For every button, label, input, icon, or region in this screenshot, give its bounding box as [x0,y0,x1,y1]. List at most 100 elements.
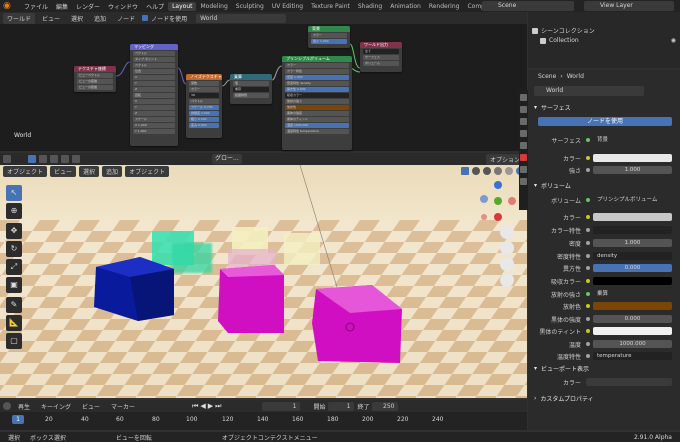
prop-viewport-color[interactable]: カラー [534,377,672,387]
node-menu-select[interactable]: 選択 [67,13,87,24]
zoom-icon[interactable] [500,225,514,239]
prop-temperature[interactable]: 温度 1000.000 [534,339,672,349]
prop-volume-color[interactable]: カラー [534,212,672,222]
prop-temperature-attribute[interactable]: 温度特性 temperature [534,351,672,361]
render-tab-icon[interactable] [520,106,527,113]
color-swatch[interactable] [593,302,672,310]
tool-add-cube-icon[interactable]: ▢ [6,333,22,349]
menu-help[interactable]: ヘルプ [142,2,168,11]
current-frame-field[interactable]: 1 [262,401,301,411]
node-menu-node[interactable]: ノード [113,13,139,24]
menu-window[interactable]: ウィンドウ [104,2,142,11]
tool-cursor-icon[interactable]: ⊕ [6,203,22,219]
tab-modeling[interactable]: Modeling [196,2,231,11]
select-mode-icon[interactable] [3,155,11,163]
shading-wireframe-icon[interactable] [483,167,491,175]
prop-value[interactable]: プリンシプルボリューム [593,196,672,204]
prop-value[interactable]: 1.000 [593,166,672,174]
tab-shading[interactable]: Shading [354,2,386,11]
transform-orientation-dropdown[interactable]: グロー... [212,154,242,164]
prop-emission-strength[interactable]: 放射の強さ 乗算 [534,289,672,299]
timeline-menu-view[interactable]: ビュー [78,401,104,412]
perspective-toggle-icon[interactable] [500,273,514,287]
select-invert-icon[interactable] [72,155,80,163]
timeline-menu-keying[interactable]: キーイング [37,401,75,412]
node-background[interactable]: 背景 カラー 強さ 1.000 [308,26,350,48]
prop-value[interactable]: temperature [593,352,672,360]
node-texture-coordinate[interactable]: テクスチャ座標 ビューベクトル ビューの距離 ビューの距離 [74,66,116,92]
tool-transform-icon[interactable]: ▣ [6,277,22,293]
tool-measure-icon[interactable]: 📐 [6,315,22,331]
prop-surface-color[interactable]: カラー [534,153,672,163]
start-frame-field[interactable]: 1 [328,401,355,411]
node-principled-volume[interactable]: プリンシプルボリューム カラー カラー特性 密度 1.000 密度特性 dens… [282,56,352,150]
cube-magenta-front[interactable] [310,283,406,367]
tab-animation[interactable]: Animation [386,2,425,11]
prop-value[interactable] [593,226,672,234]
texture-tab-icon[interactable] [520,178,527,185]
world-datablock-field[interactable]: World [534,86,644,96]
editor-type-icon[interactable] [3,402,11,410]
tab-sculpting[interactable]: Sculpting [232,2,268,11]
camera-view-icon[interactable] [500,257,514,271]
volume-panel-header[interactable]: ▾ ボリューム [530,180,674,191]
world-name-field[interactable]: World [196,13,287,23]
timeline-menu-marker[interactable]: マーカー [107,401,139,412]
prop-blackbody-tint[interactable]: 黒体のティント [534,326,672,336]
prop-value[interactable]: 0.000 [593,264,672,272]
prop-density[interactable]: 密度 1.000 [534,238,672,248]
viewport-menu-add[interactable]: 追加 [102,165,123,177]
world-type-dropdown[interactable]: ワールド [3,12,36,24]
prop-density-attribute[interactable]: 密度特性 density [534,251,672,261]
overlay-toggle-icon[interactable] [472,167,480,175]
prop-surface[interactable]: サーフェス 背景 [534,135,672,145]
viewport-menu-object[interactable]: オブジェクト [125,165,170,177]
color-swatch[interactable] [593,213,672,221]
prop-value[interactable]: 0.000 [593,315,672,323]
tab-texture-paint[interactable]: Texture Paint [307,2,354,11]
tool-tab-icon[interactable] [520,94,527,101]
output-tab-icon[interactable] [520,118,527,125]
select-extend-icon[interactable] [39,155,47,163]
node-math-multiply[interactable]: 乗算 値 乗算 範囲制限 [230,74,272,104]
tool-select-box-icon[interactable]: ↖ [6,185,22,201]
prop-value[interactable]: density [593,252,672,260]
use-nodes-button[interactable]: ノードを使用 [538,117,672,126]
playback-controls-icon[interactable]: ⏮◀▶⏭ [192,402,223,411]
timeline-menu-playback[interactable]: 再生 [14,401,34,412]
viewport-menu-select[interactable]: 選択 [79,165,100,177]
cube-blue[interactable] [90,255,180,325]
interaction-mode-dropdown[interactable]: オブジェクト [3,165,48,177]
use-nodes-checkbox[interactable] [142,15,149,21]
shading-material-icon[interactable] [505,167,513,175]
color-swatch[interactable] [593,154,672,162]
prop-surface-strength[interactable]: 強さ 1.000 [534,165,672,175]
node-menu-add[interactable]: 追加 [90,13,110,24]
cube-magenta-middle[interactable] [214,261,290,337]
prop-emission-color[interactable]: 放射色 [534,301,672,311]
select-box-icon[interactable] [28,155,36,163]
node-mapping[interactable]: マッピング ベクトル タイプ ポイント ベクトル 位置 X Y Z 回転 X Y… [130,44,178,146]
node-world-output[interactable]: ワールド出力 全て サーフェス ボリューム [360,42,402,72]
tab-layout[interactable]: Layout [168,1,197,11]
menu-render[interactable]: レンダー [72,2,104,11]
prop-value[interactable]: 1.000 [593,239,672,247]
viewport-display-panel-header[interactable]: ▾ ビューポート表示 [530,363,674,374]
node-menu-view[interactable]: ビュー [38,13,64,24]
scene-selector[interactable]: Scene [482,1,574,11]
shading-solid-icon[interactable] [494,167,502,175]
menu-file[interactable]: ファイル [20,2,52,11]
prop-absorption-color[interactable]: 吸収カラー [534,276,672,286]
prop-value[interactable]: 1000.000 [593,340,672,348]
navigation-gizmo[interactable] [476,179,520,225]
node-editor-canvas[interactable]: テクスチャ座標 ビューベクトル ビューの距離 ビューの距離 マッピング ベクトル… [0,24,527,151]
prop-blackbody-intensity[interactable]: 黒体の強度 0.000 [534,314,672,324]
tool-rotate-icon[interactable]: ↻ [6,241,22,257]
tool-move-icon[interactable]: ✥ [6,223,22,239]
tool-scale-icon[interactable]: ⤢ [6,259,22,275]
end-frame-field[interactable]: 250 [372,401,399,411]
outliner-row-collection[interactable]: Collection ◉ [540,37,676,44]
surface-panel-header[interactable]: ▾ サーフェス [530,102,674,113]
outliner-row-scene-collection[interactable]: シーンコレクション [532,26,595,35]
blender-logo-icon[interactable]: ◉ [3,1,17,11]
